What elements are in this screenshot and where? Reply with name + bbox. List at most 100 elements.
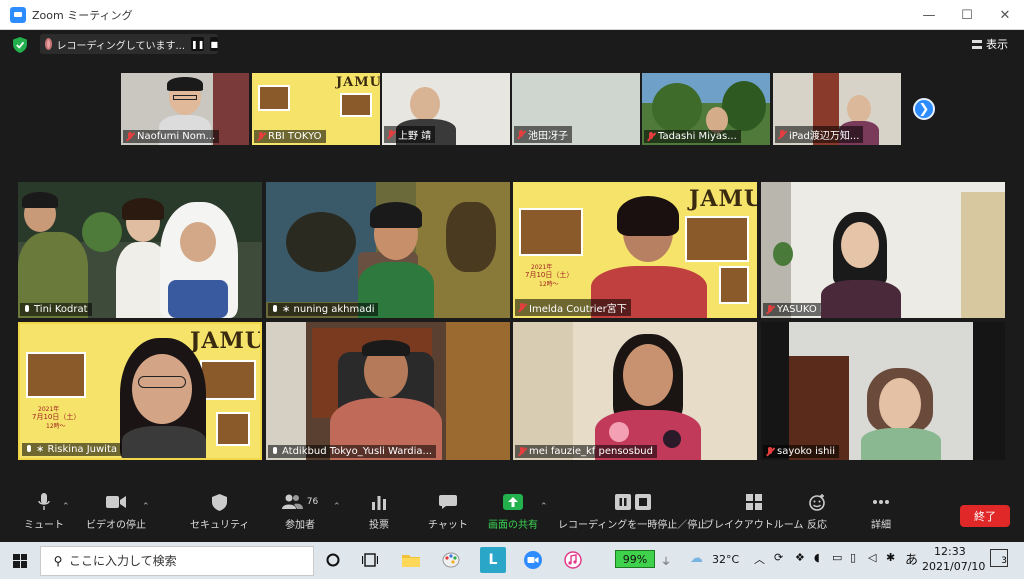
participant-video[interactable]: Tini Kodrat	[18, 182, 262, 318]
tray-sync-icon[interactable]: ⟳	[774, 551, 783, 564]
participant-label: ∗ Riskina Juwita	[22, 443, 122, 456]
banner-time: 12時〜	[46, 423, 66, 430]
share-options-chevron-icon[interactable]: ⌃	[540, 502, 548, 512]
minimize-button[interactable]: —	[910, 0, 948, 30]
participant-name: Tadashi Miyas...	[658, 131, 737, 142]
security-shield-icon	[209, 492, 231, 512]
network-icon[interactable]: ▯	[850, 551, 856, 564]
video-options-chevron-icon[interactable]: ⌃	[142, 502, 150, 512]
encryption-shield-icon[interactable]	[13, 37, 27, 53]
stop-recording-icon[interactable]: ■	[210, 37, 218, 51]
participant-label: ∗ nuning akhmadi	[268, 303, 379, 316]
security-label: セキュリティ	[190, 520, 250, 531]
participant-name: sayoko ishii	[777, 446, 835, 457]
search-placeholder: ここに入力して検索	[69, 554, 177, 568]
mute-options-chevron-icon[interactable]: ⌃	[62, 502, 70, 512]
participant-name: RBI TOKYO	[268, 131, 322, 142]
security-button[interactable]: セキュリティ	[190, 492, 249, 531]
dropbox-icon[interactable]: ❖	[795, 551, 805, 564]
polls-button[interactable]: 投票	[368, 492, 390, 531]
recording-indicator: レコーディングしています... ❚❚ ■	[40, 34, 218, 54]
weather-temperature[interactable]: 32°C	[712, 553, 739, 566]
end-meeting-button[interactable]: 終了	[960, 505, 1010, 527]
headphone-icon[interactable]: ◖	[814, 551, 820, 564]
clock-date[interactable]: 2021/07/10	[922, 560, 985, 573]
participant-thumbnail[interactable]: Naofumi Nom...	[121, 73, 249, 145]
participants-options-chevron-icon[interactable]: ⌃	[333, 502, 341, 512]
view-button[interactable]: 表示	[972, 36, 1008, 52]
polls-bar-chart-icon	[368, 492, 390, 512]
meeting-toolbar: ミュート ⌃ ビデオの停止 ⌃ セキュリティ 76 参加者 ⌃ 投票 チャット …	[0, 486, 1024, 542]
participant-thumbnail[interactable]: Tadashi Miyas...	[642, 73, 770, 145]
pause-recording-icon[interactable]: ❚❚	[191, 37, 205, 51]
file-explorer-folder-icon[interactable]	[398, 547, 424, 573]
display-icon[interactable]: ▭	[832, 551, 842, 564]
cortana-circle-icon[interactable]	[320, 547, 346, 573]
pause-stop-recording-label: レコーディングを一時停止／停止	[558, 520, 708, 531]
bluetooth-icon[interactable]: ✱	[886, 551, 895, 564]
banner-jamu: JAMU	[190, 328, 262, 354]
volume-icon[interactable]: ◁	[868, 551, 876, 564]
window-controls: — ☐ ✕	[910, 0, 1024, 30]
participant-name: ∗ Riskina Juwita	[36, 444, 118, 455]
mic-muted-icon	[766, 304, 774, 315]
participant-thumbnail[interactable]: 池田冴子	[512, 73, 640, 145]
participant-name: mei fauzie_kf pensosbud	[529, 446, 653, 457]
reactions-button[interactable]: 反応	[806, 492, 828, 531]
participant-thumbnail[interactable]: iPad渡辺万知...	[773, 73, 901, 145]
participant-label: mei fauzie_kf pensosbud	[515, 445, 657, 458]
maximize-button[interactable]: ☐	[948, 0, 986, 30]
participant-name: 池田冴子	[528, 131, 568, 142]
mute-label: ミュート	[24, 520, 64, 531]
participant-label: Tadashi Miyas...	[644, 130, 741, 143]
participant-video[interactable]: JAMU 2021年 7月10日（土） 12時〜 Imelda Coutrier…	[513, 182, 757, 318]
clock-time[interactable]: 12:33	[934, 545, 966, 558]
mic-muted-icon	[257, 131, 265, 142]
more-label: 詳細	[871, 520, 891, 531]
participant-video[interactable]: Atdikbud Tokyo_Yusli Wardia...	[266, 322, 510, 460]
view-label: 表示	[986, 38, 1008, 51]
participant-name: Imelda Coutrier宮下	[529, 304, 627, 315]
recording-status: レコーディングしています...	[56, 40, 186, 52]
itunes-music-icon[interactable]	[560, 547, 586, 573]
ime-indicator[interactable]: あ	[905, 549, 918, 568]
notification-center-icon[interactable]: 3	[990, 549, 1008, 567]
close-button[interactable]: ✕	[986, 0, 1024, 30]
participants-label: 参加者	[285, 520, 315, 531]
participants-button[interactable]: 76 参加者	[280, 492, 320, 531]
participant-thumbnail[interactable]: 上野 靖	[382, 73, 510, 145]
participant-thumbnail[interactable]: JAMU RBI TOKYO	[252, 73, 380, 145]
banner-time: 12時〜	[539, 281, 559, 288]
reactions-label: 反応	[807, 520, 827, 531]
stop-video-label: ビデオの停止	[86, 520, 146, 531]
tray-overflow-chevron-icon[interactable]: ︿	[754, 551, 765, 567]
participant-video[interactable]: sayoko ishii	[761, 322, 1005, 460]
battery-plug-icon: ⏚	[661, 557, 671, 568]
stop-video-button[interactable]: ビデオの停止	[86, 492, 146, 531]
participant-video[interactable]: ∗ nuning akhmadi	[266, 182, 510, 318]
windows-start-button[interactable]	[0, 542, 40, 579]
participant-video[interactable]: mei fauzie_kf pensosbud	[513, 322, 757, 460]
share-screen-label: 画面の共有	[488, 520, 538, 531]
chat-button[interactable]: チャット	[428, 492, 468, 531]
battery-indicator[interactable]: 99%	[615, 550, 655, 568]
view-icon	[972, 39, 982, 49]
l-app-icon[interactable]: L	[480, 547, 506, 573]
search-icon: ⚲	[53, 553, 63, 568]
participant-name: 上野 靖	[398, 131, 432, 142]
participant-video[interactable]: JAMU 2021年 7月10日（土） 12時〜 ∗ Riskina Juwit…	[18, 322, 262, 460]
next-page-arrow-icon[interactable]: ❯	[913, 98, 935, 120]
paint-palette-icon[interactable]	[438, 547, 464, 573]
task-view-icon[interactable]	[357, 547, 383, 573]
zoom-taskbar-icon[interactable]	[520, 547, 546, 573]
more-button[interactable]: 詳細	[870, 492, 892, 531]
banner-jamu: JAMU	[336, 75, 380, 90]
breakout-rooms-button[interactable]: ブレイクアウトルーム	[704, 492, 804, 531]
pause-stop-icon	[613, 492, 653, 512]
share-screen-button[interactable]: 画面の共有	[488, 492, 538, 531]
participants-count: 76	[306, 497, 319, 507]
mute-button[interactable]: ミュート	[24, 492, 64, 531]
pause-stop-recording-button[interactable]: レコーディングを一時停止／停止	[558, 492, 707, 531]
participant-video[interactable]: YASUKO KANASUGI	[761, 182, 1005, 318]
taskbar-search-box[interactable]: ⚲ ここに入力して検索	[40, 545, 314, 576]
